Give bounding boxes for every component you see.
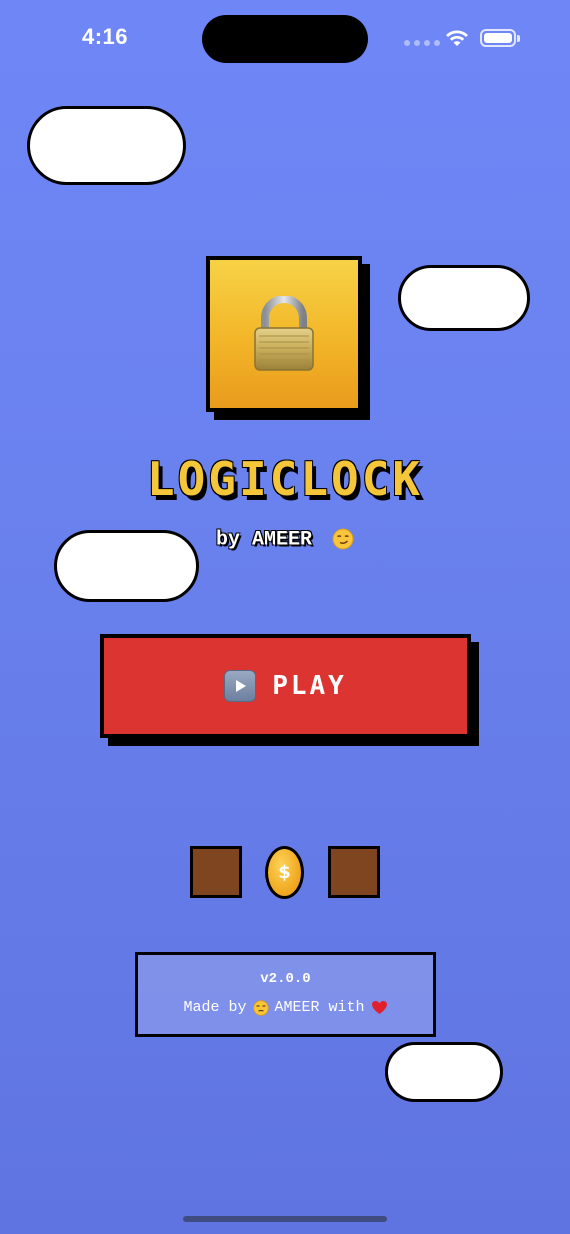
- app-subtitle: by AMEER: [0, 528, 570, 551]
- play-button[interactable]: PLAY: [100, 634, 471, 738]
- credits-prefix: Made by: [183, 999, 247, 1016]
- battery-icon: [480, 29, 520, 47]
- play-button-label: PLAY: [272, 671, 347, 701]
- coin-symbol: $: [278, 862, 291, 883]
- status-time: 4:16: [82, 24, 129, 49]
- subtitle-text: by AMEER: [215, 528, 312, 552]
- smirking-face-icon: [332, 528, 354, 550]
- info-card: v2.0.0 Made by AMEER with: [135, 952, 436, 1037]
- unamused-face-icon: [252, 999, 269, 1016]
- credits-line: Made by AMEER with: [138, 999, 433, 1016]
- app-logo: [206, 256, 362, 412]
- version-label: v2.0.0: [260, 971, 311, 987]
- heart-icon: [371, 1001, 387, 1014]
- cloud-decoration: [385, 1042, 503, 1102]
- padlock-icon: [254, 296, 314, 371]
- cellular-signal-icon: [404, 40, 440, 46]
- coin-icon: $: [265, 846, 304, 899]
- app-title: LOGICLOCK: [146, 452, 424, 506]
- brick-tile: [328, 846, 380, 898]
- wifi-icon: [446, 30, 468, 46]
- brick-tile: [190, 846, 242, 898]
- cloud-decoration: [27, 106, 186, 185]
- credits-name: AMEER with: [274, 999, 365, 1016]
- home-indicator[interactable]: [183, 1216, 387, 1222]
- play-button-icon: [224, 670, 257, 702]
- dynamic-island: [202, 15, 368, 63]
- cloud-decoration: [398, 265, 530, 331]
- status-bar: 4:16: [0, 0, 570, 80]
